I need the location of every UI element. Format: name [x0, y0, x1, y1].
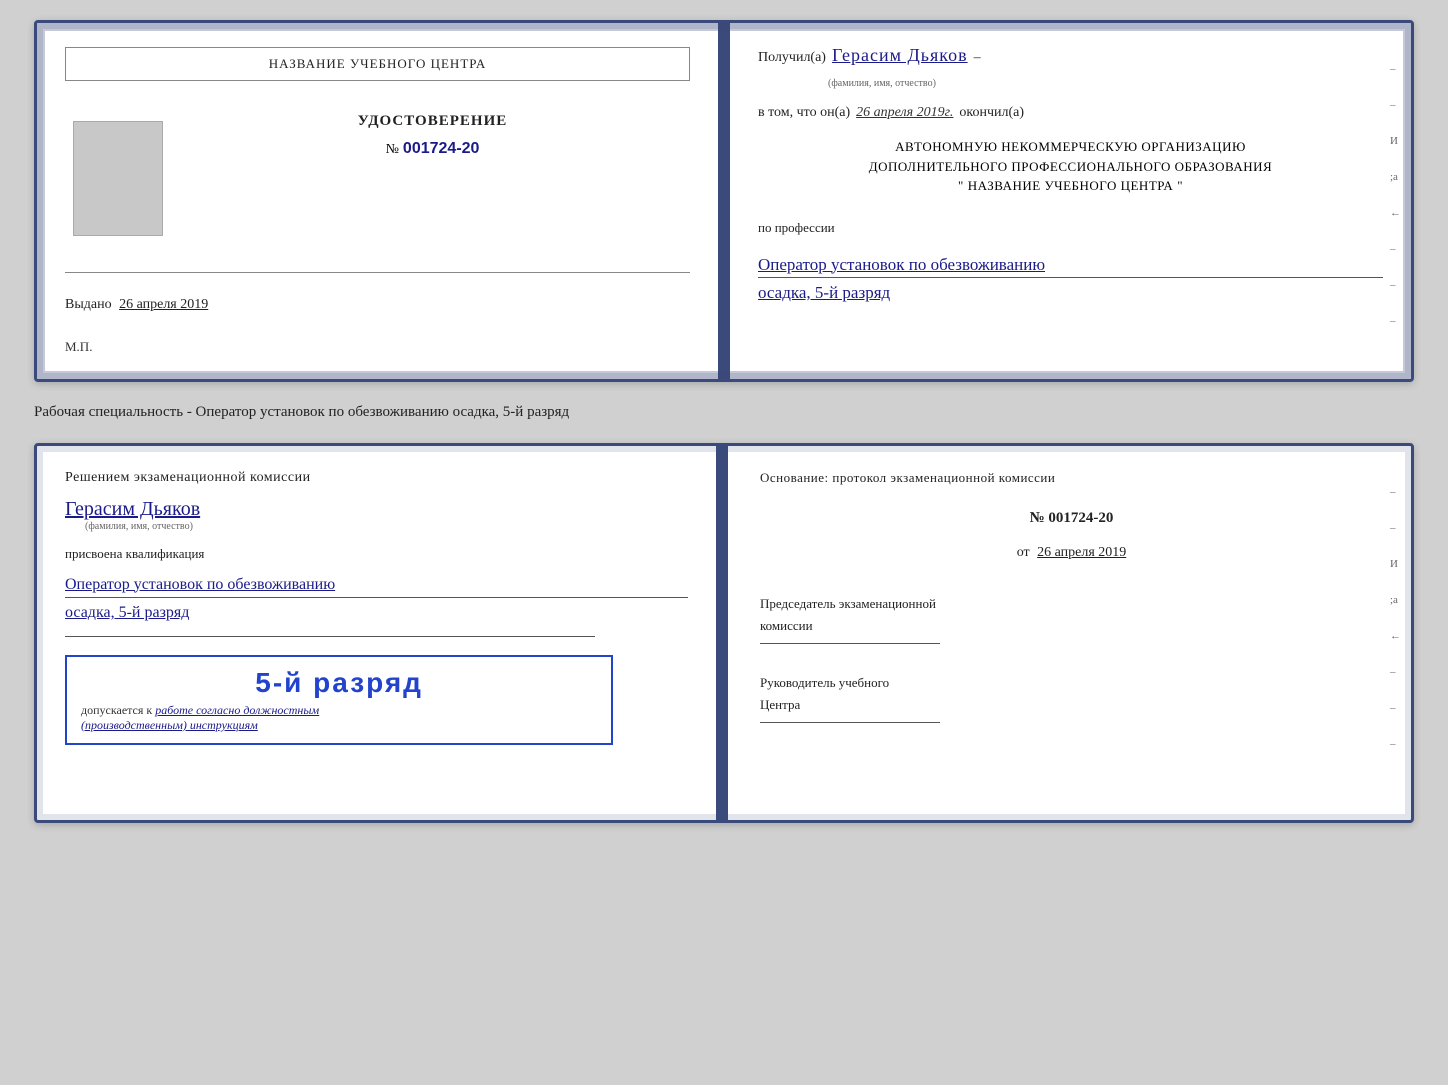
head-sig-line [760, 722, 940, 723]
name-sublabel-2: (фамилия, имя, отчество) [85, 521, 688, 532]
recipient-name: Герасим Дьяков [832, 45, 968, 66]
card1-center-col: УДОСТОВЕРЕНИЕ № 001724-20 [175, 113, 690, 236]
decision-title: Решением экзаменационной комиссии [65, 468, 688, 488]
confirm-text: в том, что он(а) [758, 105, 850, 121]
mark2-dash-5: – [1390, 738, 1401, 750]
name-sublabel-1: (фамилия, имя, отчество) [828, 78, 1383, 89]
mark2-dash-4: – [1390, 702, 1401, 714]
protocol-date-row: от 26 апреля 2019 [760, 545, 1383, 561]
received-label: Получил(а) [758, 50, 826, 66]
stamp-italic-2: (производственным) инструкциям [81, 718, 597, 733]
close-quote: " [1177, 176, 1183, 196]
profession-line1: Оператор установок по обезвоживанию [758, 252, 1383, 278]
head-label-2: Центра [760, 696, 1383, 714]
mark2-dash-2: – [1390, 522, 1401, 534]
head-block: Руководитель учебного Центра [760, 674, 1383, 723]
protocol-date: 26 апреля 2019 [1037, 545, 1126, 560]
profession-label: по профессии [758, 220, 1383, 236]
org-line1: АВТОНОМНУЮ НЕКОММЕРЧЕСКУЮ ОРГАНИЗАЦИЮ [758, 137, 1383, 157]
mark-dash-4: – [1390, 279, 1401, 291]
card2-right: Основание: протокол экзаменационной коми… [728, 446, 1411, 820]
assigned-qual-label: присвоена квалификация [65, 546, 688, 562]
org-block: АВТОНОМНУЮ НЕКОММЕРЧЕСКУЮ ОРГАНИЗАЦИЮ ДО… [758, 137, 1383, 196]
profession-line2: осадка, 5-й разряд [758, 277, 1383, 306]
card1-left-inner: УДОСТОВЕРЕНИЕ № 001724-20 [65, 113, 690, 236]
cert-issued-label: Выдано [65, 297, 112, 312]
cert-issued-date: 26 апреля 2019 [119, 297, 208, 312]
open-quote: " [958, 176, 964, 196]
card2-left: Решением экзаменационной комиссии Гераси… [37, 446, 728, 820]
finished-label: окончил(а) [959, 105, 1024, 121]
card1-right: Получил(а) Герасим Дьяков – (фамилия, им… [730, 23, 1411, 379]
specialty-info: Рабочая специальность - Оператор установ… [34, 400, 1414, 425]
mark-a: ;а [1390, 171, 1401, 183]
qualification-text: Оператор установок по обезвоживанию осад… [65, 572, 688, 626]
profession-name: Оператор установок по обезвоживанию осад… [758, 252, 1383, 306]
qual-line2: осадка, 5-й разряд [65, 597, 688, 626]
mark2-dash-3: – [1390, 666, 1401, 678]
card1-school-name: НАЗВАНИЕ УЧЕБНОГО ЦЕНТРА [65, 47, 690, 81]
document-container: НАЗВАНИЕ УЧЕБНОГО ЦЕНТРА УДОСТОВЕРЕНИЕ №… [34, 20, 1414, 823]
card1-left: НАЗВАНИЕ УЧЕБНОГО ЦЕНТРА УДОСТОВЕРЕНИЕ №… [37, 23, 730, 379]
stamp-rank: 5-й разряд [81, 667, 597, 699]
mark-i: И [1390, 135, 1401, 147]
cert-label: УДОСТОВЕРЕНИЕ [358, 113, 508, 130]
cert-number-prefix: № [386, 142, 399, 158]
chairman-label-2: комиссии [760, 617, 1383, 635]
school-name-row: " НАЗВАНИЕ УЧЕБНОГО ЦЕНТРА " [758, 176, 1383, 196]
certificate-card-2: Решением экзаменационной комиссии Гераси… [34, 443, 1414, 823]
mark2-dash-1: – [1390, 486, 1401, 498]
org-line2: ДОПОЛНИТЕЛЬНОГО ПРОФЕССИОНАЛЬНОГО ОБРАЗО… [758, 157, 1383, 177]
divider-after-qual [65, 636, 595, 637]
chairman-sig-line [760, 643, 940, 644]
mark2-arrow: ← [1390, 630, 1401, 642]
mark-arrow: ← [1390, 207, 1401, 219]
date-prefix: от [1017, 545, 1030, 560]
right-margin-marks-1: – – И ;а ← – – – [1390, 63, 1401, 327]
person-name-2: Герасим Дьяков [65, 498, 688, 521]
stamp-allow: допускается к работе согласно должностны… [81, 703, 597, 718]
mark-dash-2: – [1390, 99, 1401, 111]
chairman-block: Председатель экзаменационной комиссии [760, 595, 1383, 644]
stamp-italic-1: работе согласно должностным [155, 703, 319, 717]
recipient-row: Получил(а) Герасим Дьяков – [758, 45, 1383, 66]
mark-dash-1: – [1390, 63, 1401, 75]
stamp-box: 5-й разряд допускается к работе согласно… [65, 655, 613, 745]
chairman-label-1: Председатель экзаменационной [760, 595, 1383, 613]
basis-title: Основание: протокол экзаменационной коми… [760, 468, 1383, 488]
mark2-i: И [1390, 558, 1401, 570]
mark-dash-3: – [1390, 243, 1401, 255]
mark2-a: ;а [1390, 594, 1401, 606]
cert-photo [73, 121, 163, 236]
head-label-1: Руководитель учебного [760, 674, 1383, 692]
card1-dash: – [974, 50, 981, 66]
certificate-card-1: НАЗВАНИЕ УЧЕБНОГО ЦЕНТРА УДОСТОВЕРЕНИЕ №… [34, 20, 1414, 382]
mark-dash-5: – [1390, 315, 1401, 327]
confirm-date: 26 апреля 2019г. [856, 105, 953, 121]
qual-line1: Оператор установок по обезвоживанию [65, 572, 688, 598]
person-name-block: Герасим Дьяков (фамилия, имя, отчество) [65, 498, 688, 532]
cert-issued-line: Выдано 26 апреля 2019 [65, 297, 208, 313]
stamp-allow-text: допускается к [81, 703, 152, 717]
school-name-right: НАЗВАНИЕ УЧЕБНОГО ЦЕНТРА [968, 176, 1173, 196]
confirm-row: в том, что он(а) 26 апреля 2019г. окончи… [758, 105, 1383, 121]
protocol-number: № 001724-20 [760, 510, 1383, 527]
cert-number: 001724-20 [403, 140, 480, 158]
mp-label: М.П. [65, 329, 92, 355]
right-margin-marks-2: – – И ;а ← – – – [1390, 486, 1401, 750]
